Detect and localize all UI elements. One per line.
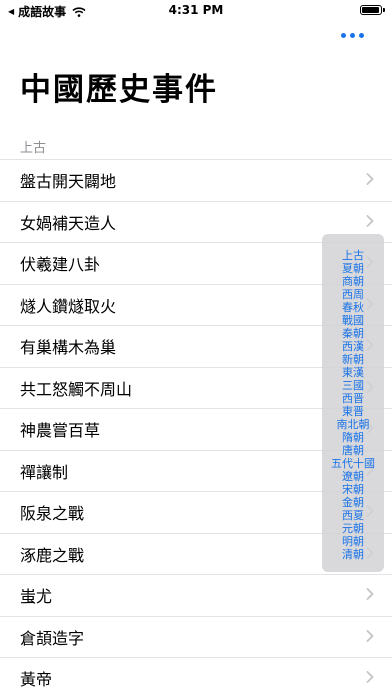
section-index-item[interactable]: 東漢 [342, 366, 364, 379]
list-item-label: 有巢構木為巢 [20, 338, 117, 358]
section-index-item[interactable]: 金朝 [342, 496, 364, 509]
battery-icon [360, 5, 385, 15]
list-item-label: 阪泉之戰 [20, 504, 85, 524]
section-index-item[interactable]: 唐朝 [342, 444, 364, 457]
section-index-item[interactable]: 夏朝 [342, 262, 364, 275]
list-item-label: 涿鹿之戰 [20, 545, 85, 565]
list-item-label: 伏羲建八卦 [20, 255, 101, 275]
section-index-item[interactable]: 隋朝 [342, 431, 364, 444]
section-index-item[interactable]: 西漢 [342, 340, 364, 353]
chevron-right-icon [366, 212, 374, 231]
list-item-label: 神農嘗百草 [20, 421, 101, 441]
ellipsis-icon [359, 33, 364, 38]
chevron-right-icon [366, 669, 374, 688]
clock: 4:31 PM [168, 3, 224, 17]
status-bar: ◀ 成語故事 4:31 PM [0, 0, 392, 22]
more-options-button[interactable] [341, 33, 364, 38]
battery-level [362, 7, 379, 13]
page-title: 中國歷史事件 [20, 72, 218, 108]
section-index-item[interactable]: 西晋 [342, 392, 364, 405]
section-index-item[interactable]: 商朝 [342, 275, 364, 288]
list-item[interactable]: 蚩尤 [0, 574, 392, 616]
ellipsis-icon [341, 33, 346, 38]
list-item-label: 盤古開天闢地 [20, 172, 117, 192]
list-item-label: 共工怒觸不周山 [20, 379, 133, 399]
list-item-label: 禪讓制 [20, 462, 69, 482]
list-item[interactable]: 黃帝 [0, 657, 392, 699]
chevron-right-icon [366, 586, 374, 605]
list-item-label: 女媧補天造人 [20, 213, 117, 233]
section-index-item[interactable]: 元朝 [342, 522, 364, 535]
section-index-item[interactable]: 西夏 [342, 509, 364, 522]
section-index-item[interactable]: 南北朝 [337, 418, 370, 431]
list-item[interactable]: 盤古開天闢地 [0, 159, 392, 201]
list-item-label: 黃帝 [20, 670, 53, 690]
list-item-label: 燧人鑽燧取火 [20, 296, 117, 316]
section-index-item[interactable]: 五代十國 [331, 457, 375, 470]
section-index-item[interactable]: 上古 [342, 249, 364, 262]
list-item[interactable]: 倉頡造字 [0, 615, 392, 658]
section-index-item[interactable]: 西周 [342, 288, 364, 301]
chevron-right-icon [366, 627, 374, 646]
chevron-right-icon [366, 171, 374, 190]
section-index-item[interactable]: 遼朝 [342, 470, 364, 483]
section-index[interactable]: 上古 夏朝 商朝 西周 春秋 戰國 秦朝 西漢 新朝 東漢 三國 西晋 東晋 南北朝 隋朝 唐朝 五代十國 遼朝宋… [322, 234, 384, 572]
section-index-item[interactable]: 春秋 [342, 301, 364, 314]
ellipsis-icon [350, 33, 355, 38]
section-index-item[interactable]: 東晋 [342, 405, 364, 418]
list-item-label: 倉頡造字 [20, 628, 85, 648]
section-index-item[interactable]: 新朝 [342, 353, 364, 366]
section-index-item[interactable]: 秦朝 [342, 327, 364, 340]
section-index-item[interactable]: 清朝 [342, 548, 364, 561]
section-header: 上古 [20, 141, 47, 156]
section-index-item[interactable]: 明朝 [342, 535, 364, 548]
section-index-item[interactable]: 宋朝 [342, 483, 364, 496]
section-index-item[interactable]: 戰國 [342, 314, 364, 327]
list-item-label: 蚩尤 [20, 587, 53, 607]
section-index-item[interactable]: 三國 [342, 379, 364, 392]
